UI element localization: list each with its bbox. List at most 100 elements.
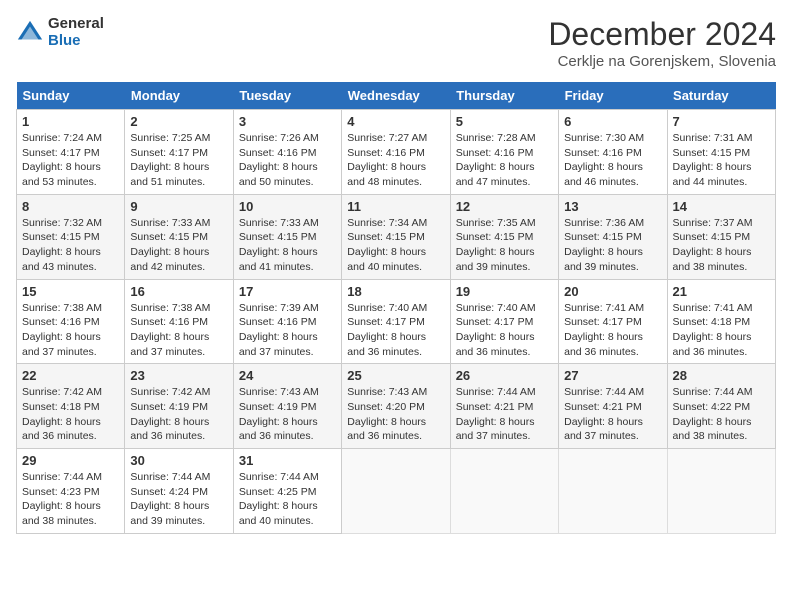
cell-content: Sunrise: 7:44 AM Sunset: 4:23 PM Dayligh…	[22, 470, 119, 529]
day-number: 25	[347, 368, 444, 383]
daylight-minutes: and 37 minutes.	[130, 346, 205, 358]
calendar-cell: 31 Sunrise: 7:44 AM Sunset: 4:25 PM Dayl…	[233, 449, 341, 534]
sunrise-text: Sunrise: 7:41 AM	[564, 302, 644, 314]
daylight-minutes: and 37 minutes.	[239, 346, 314, 358]
daylight-minutes: and 36 minutes.	[239, 430, 314, 442]
day-number: 17	[239, 284, 336, 299]
calendar-cell: 8 Sunrise: 7:32 AM Sunset: 4:15 PM Dayli…	[17, 194, 125, 279]
calendar-week-row: 8 Sunrise: 7:32 AM Sunset: 4:15 PM Dayli…	[17, 194, 776, 279]
calendar-cell: 5 Sunrise: 7:28 AM Sunset: 4:16 PM Dayli…	[450, 110, 558, 195]
cell-content: Sunrise: 7:30 AM Sunset: 4:16 PM Dayligh…	[564, 131, 661, 190]
logo-text: General Blue	[48, 16, 104, 49]
sunrise-text: Sunrise: 7:38 AM	[130, 302, 210, 314]
daylight-minutes: and 36 minutes.	[130, 430, 205, 442]
sunrise-text: Sunrise: 7:25 AM	[130, 132, 210, 144]
day-number: 26	[456, 368, 553, 383]
cell-content: Sunrise: 7:42 AM Sunset: 4:18 PM Dayligh…	[22, 385, 119, 444]
sunrise-text: Sunrise: 7:32 AM	[22, 217, 102, 229]
calendar-cell: 19 Sunrise: 7:40 AM Sunset: 4:17 PM Dayl…	[450, 279, 558, 364]
sunrise-text: Sunrise: 7:42 AM	[130, 386, 210, 398]
sunset-text: Sunset: 4:15 PM	[673, 231, 751, 243]
daylight-text: Daylight: 8 hours	[673, 246, 752, 258]
day-number: 12	[456, 199, 553, 214]
sunrise-text: Sunrise: 7:39 AM	[239, 302, 319, 314]
calendar-cell: 30 Sunrise: 7:44 AM Sunset: 4:24 PM Dayl…	[125, 449, 233, 534]
day-number: 7	[673, 114, 770, 129]
daylight-text: Daylight: 8 hours	[239, 331, 318, 343]
column-header-sunday: Sunday	[17, 82, 125, 110]
day-number: 31	[239, 453, 336, 468]
sunset-text: Sunset: 4:19 PM	[239, 401, 317, 413]
daylight-minutes: and 37 minutes.	[456, 430, 531, 442]
calendar-cell: 29 Sunrise: 7:44 AM Sunset: 4:23 PM Dayl…	[17, 449, 125, 534]
daylight-text: Daylight: 8 hours	[239, 246, 318, 258]
calendar-cell: 15 Sunrise: 7:38 AM Sunset: 4:16 PM Dayl…	[17, 279, 125, 364]
daylight-text: Daylight: 8 hours	[22, 331, 101, 343]
calendar-cell: 21 Sunrise: 7:41 AM Sunset: 4:18 PM Dayl…	[667, 279, 775, 364]
daylight-text: Daylight: 8 hours	[564, 246, 643, 258]
daylight-minutes: and 36 minutes.	[22, 430, 97, 442]
daylight-text: Daylight: 8 hours	[673, 161, 752, 173]
cell-content: Sunrise: 7:44 AM Sunset: 4:24 PM Dayligh…	[130, 470, 227, 529]
calendar-week-row: 15 Sunrise: 7:38 AM Sunset: 4:16 PM Dayl…	[17, 279, 776, 364]
sunrise-text: Sunrise: 7:28 AM	[456, 132, 536, 144]
daylight-minutes: and 40 minutes.	[347, 261, 422, 273]
sunset-text: Sunset: 4:15 PM	[239, 231, 317, 243]
cell-content: Sunrise: 7:38 AM Sunset: 4:16 PM Dayligh…	[130, 301, 227, 360]
sunset-text: Sunset: 4:17 PM	[456, 316, 534, 328]
calendar-cell: 17 Sunrise: 7:39 AM Sunset: 4:16 PM Dayl…	[233, 279, 341, 364]
sunrise-text: Sunrise: 7:44 AM	[130, 471, 210, 483]
daylight-text: Daylight: 8 hours	[22, 246, 101, 258]
daylight-minutes: and 50 minutes.	[239, 176, 314, 188]
calendar-cell: 22 Sunrise: 7:42 AM Sunset: 4:18 PM Dayl…	[17, 364, 125, 449]
day-number: 19	[456, 284, 553, 299]
logo-blue-text: Blue	[48, 33, 104, 50]
cell-content: Sunrise: 7:43 AM Sunset: 4:19 PM Dayligh…	[239, 385, 336, 444]
logo-icon	[16, 19, 44, 47]
daylight-minutes: and 47 minutes.	[456, 176, 531, 188]
daylight-minutes: and 39 minutes.	[456, 261, 531, 273]
sunrise-text: Sunrise: 7:38 AM	[22, 302, 102, 314]
sunrise-text: Sunrise: 7:36 AM	[564, 217, 644, 229]
calendar-cell: 23 Sunrise: 7:42 AM Sunset: 4:19 PM Dayl…	[125, 364, 233, 449]
calendar-table: SundayMondayTuesdayWednesdayThursdayFrid…	[16, 82, 776, 534]
sunset-text: Sunset: 4:16 PM	[239, 147, 317, 159]
calendar-cell: 25 Sunrise: 7:43 AM Sunset: 4:20 PM Dayl…	[342, 364, 450, 449]
daylight-text: Daylight: 8 hours	[130, 416, 209, 428]
sunset-text: Sunset: 4:15 PM	[673, 147, 751, 159]
sunset-text: Sunset: 4:16 PM	[564, 147, 642, 159]
daylight-text: Daylight: 8 hours	[22, 161, 101, 173]
calendar-cell: 4 Sunrise: 7:27 AM Sunset: 4:16 PM Dayli…	[342, 110, 450, 195]
sunset-text: Sunset: 4:16 PM	[130, 316, 208, 328]
sunrise-text: Sunrise: 7:42 AM	[22, 386, 102, 398]
cell-content: Sunrise: 7:43 AM Sunset: 4:20 PM Dayligh…	[347, 385, 444, 444]
sunset-text: Sunset: 4:21 PM	[564, 401, 642, 413]
cell-content: Sunrise: 7:36 AM Sunset: 4:15 PM Dayligh…	[564, 216, 661, 275]
day-number: 1	[22, 114, 119, 129]
sunrise-text: Sunrise: 7:43 AM	[347, 386, 427, 398]
sunrise-text: Sunrise: 7:43 AM	[239, 386, 319, 398]
daylight-text: Daylight: 8 hours	[564, 331, 643, 343]
cell-content: Sunrise: 7:34 AM Sunset: 4:15 PM Dayligh…	[347, 216, 444, 275]
sunrise-text: Sunrise: 7:27 AM	[347, 132, 427, 144]
daylight-minutes: and 38 minutes.	[22, 515, 97, 527]
daylight-minutes: and 43 minutes.	[22, 261, 97, 273]
calendar-header-row: SundayMondayTuesdayWednesdayThursdayFrid…	[17, 82, 776, 110]
sunset-text: Sunset: 4:16 PM	[22, 316, 100, 328]
calendar-cell: 13 Sunrise: 7:36 AM Sunset: 4:15 PM Dayl…	[559, 194, 667, 279]
sunrise-text: Sunrise: 7:33 AM	[130, 217, 210, 229]
daylight-text: Daylight: 8 hours	[239, 161, 318, 173]
daylight-text: Daylight: 8 hours	[239, 416, 318, 428]
daylight-text: Daylight: 8 hours	[456, 246, 535, 258]
sunset-text: Sunset: 4:16 PM	[239, 316, 317, 328]
sunrise-text: Sunrise: 7:31 AM	[673, 132, 753, 144]
cell-content: Sunrise: 7:41 AM Sunset: 4:18 PM Dayligh…	[673, 301, 770, 360]
calendar-cell: 28 Sunrise: 7:44 AM Sunset: 4:22 PM Dayl…	[667, 364, 775, 449]
day-number: 28	[673, 368, 770, 383]
daylight-text: Daylight: 8 hours	[456, 161, 535, 173]
day-number: 24	[239, 368, 336, 383]
cell-content: Sunrise: 7:38 AM Sunset: 4:16 PM Dayligh…	[22, 301, 119, 360]
day-number: 3	[239, 114, 336, 129]
calendar-week-row: 29 Sunrise: 7:44 AM Sunset: 4:23 PM Dayl…	[17, 449, 776, 534]
day-number: 6	[564, 114, 661, 129]
